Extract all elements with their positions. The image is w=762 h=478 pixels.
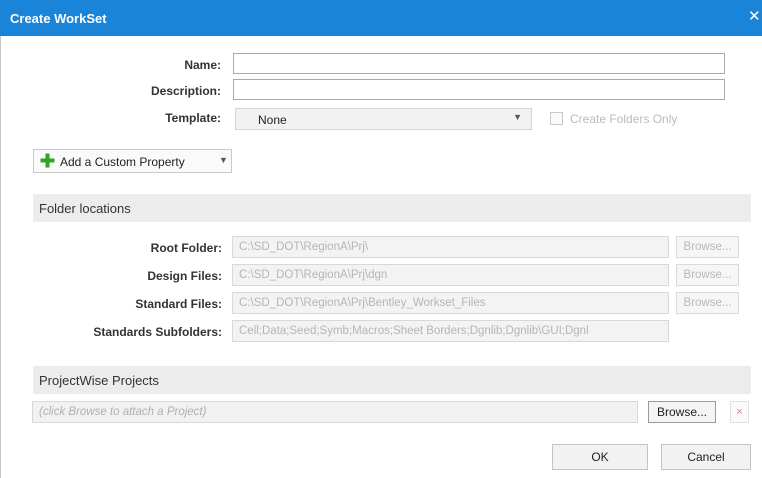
design-files-browse-button[interactable]: Browse... <box>676 264 739 286</box>
create-folders-only-label: Create Folders Only <box>570 112 678 126</box>
design-files-field[interactable]: C:\SD_DOT\RegionA\Prj\dgn <box>232 264 669 286</box>
projectwise-project-field[interactable]: (click Browse to attach a Project) <box>32 401 638 423</box>
add-custom-property-button[interactable]: Add a Custom Property ▼ <box>33 149 232 173</box>
standard-files-field[interactable]: C:\SD_DOT\RegionA\Prj\Bentley_Workset_Fi… <box>232 292 669 314</box>
template-select[interactable]: None ▼ <box>235 108 532 130</box>
root-folder-label: Root Folder: <box>150 241 222 255</box>
projectwise-browse-button[interactable]: Browse... <box>648 401 716 423</box>
folder-locations-heading: Folder locations <box>39 201 131 216</box>
window-border <box>0 36 1 478</box>
standards-subfolders-field[interactable]: Cell;Data;Seed;Symb;Macros;Sheet Borders… <box>232 320 669 342</box>
name-input[interactable] <box>233 53 725 74</box>
create-folders-only-checkbox[interactable] <box>550 112 563 125</box>
remove-project-icon[interactable]: × <box>730 401 749 423</box>
projectwise-projects-heading: ProjectWise Projects <box>39 373 159 388</box>
root-folder-browse-button[interactable]: Browse... <box>676 236 739 258</box>
standards-subfolders-label: Standards Subfolders: <box>93 325 222 339</box>
projectwise-projects-header: ProjectWise Projects <box>33 366 751 394</box>
add-custom-property-label: Add a Custom Property <box>60 155 185 169</box>
chevron-down-icon: ▼ <box>513 112 522 122</box>
ok-button[interactable]: OK <box>552 444 648 470</box>
description-input[interactable] <box>233 79 725 100</box>
template-label: Template: <box>165 111 221 125</box>
close-icon[interactable]: ✕ <box>748 9 762 25</box>
standard-files-label: Standard Files: <box>135 297 222 311</box>
chevron-down-icon: ▼ <box>219 155 228 165</box>
title-bar: Create WorkSet ✕ <box>0 0 762 36</box>
design-files-label: Design Files: <box>147 269 222 283</box>
plus-icon <box>40 153 55 171</box>
root-folder-field[interactable]: C:\SD_DOT\RegionA\Prj\ <box>232 236 669 258</box>
standard-files-browse-button[interactable]: Browse... <box>676 292 739 314</box>
template-selected-value: None <box>258 113 287 127</box>
dialog-title: Create WorkSet <box>10 11 107 26</box>
folder-locations-header: Folder locations <box>33 194 751 222</box>
cancel-button[interactable]: Cancel <box>661 444 751 470</box>
name-label: Name: <box>184 58 221 72</box>
description-label: Description: <box>150 84 221 98</box>
